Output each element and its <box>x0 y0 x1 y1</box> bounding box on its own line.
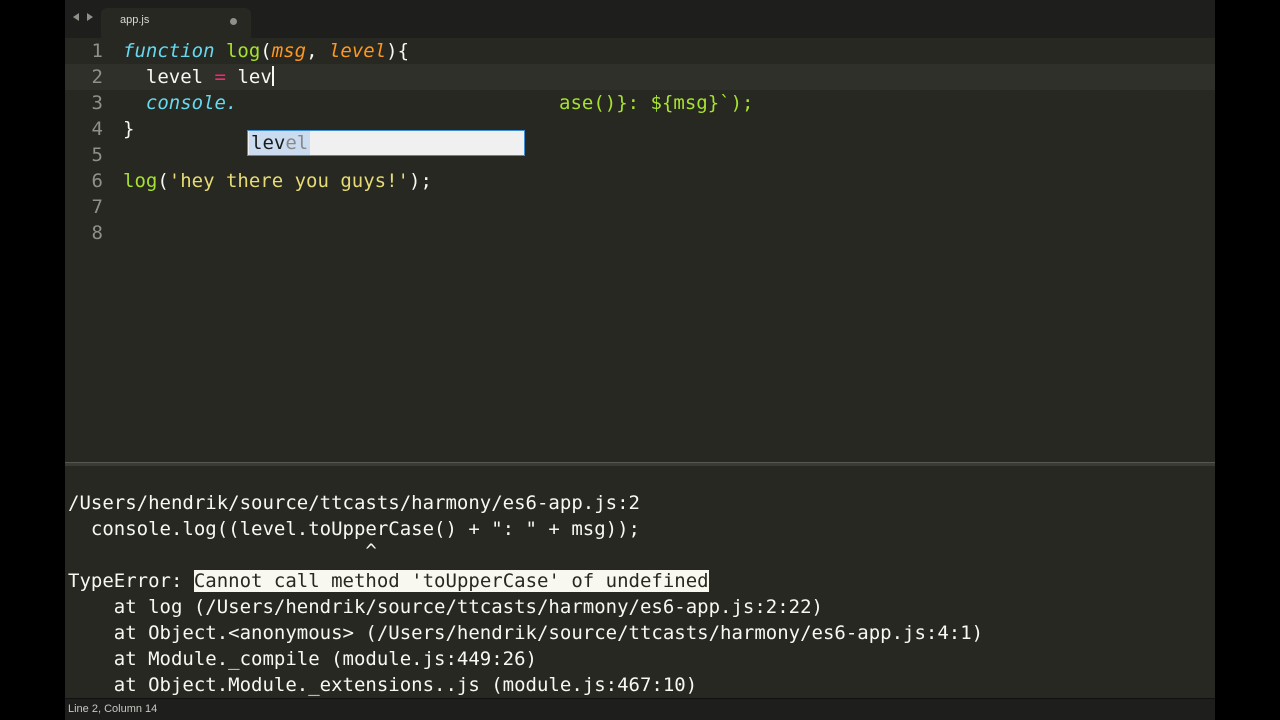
code-text: } <box>123 118 135 140</box>
code-object: console. <box>145 92 238 114</box>
code-line: 6 log('hey there you guys!'); <box>65 168 1215 194</box>
function-name: log <box>225 40 261 62</box>
code-line: 7 <box>65 194 1215 220</box>
code-call: ase()}: ${msg}`); <box>559 92 754 114</box>
code-line: 8 <box>65 220 1215 246</box>
line-number: 6 <box>91 170 103 192</box>
code-line: 4 } <box>65 116 1215 142</box>
line-number: 8 <box>91 222 103 244</box>
arrow-right-icon[interactable] <box>87 13 93 21</box>
typed-text: lev <box>237 66 272 88</box>
error-line: TypeError: Cannot call method 'toUpperCa… <box>68 568 709 594</box>
code-punctuation: ( <box>157 170 169 192</box>
line-number: 5 <box>91 144 103 166</box>
cursor-position: Line 2, Column 14 <box>68 703 158 715</box>
param-level: level <box>328 40 387 62</box>
string-literal: 'hey there you guys!' <box>168 170 409 192</box>
error-message: Cannot call method 'toUpperCase' of unde… <box>193 570 709 592</box>
stack-line: at log (/Users/hendrik/source/ttcasts/ha… <box>68 596 823 618</box>
code-operator: = <box>214 66 226 88</box>
line-number: 2 <box>91 66 103 88</box>
tab-label: app.js <box>120 14 150 26</box>
autocomplete-popup[interactable]: level <box>247 130 525 156</box>
line-number: 3 <box>91 92 103 114</box>
arrow-left-icon[interactable] <box>73 13 79 21</box>
code-text-tail: ase()}: ${msg}`); <box>559 90 753 116</box>
code-line: 1 function log(msg, level){ <box>65 38 1215 64</box>
code-text: level = lev <box>123 64 274 90</box>
param-separator: , <box>306 40 329 62</box>
code-line-current: 2 level = lev <box>65 64 1215 90</box>
code-line: 3 console. ase()}: ${msg}`); <box>65 90 1215 116</box>
autocomplete-rest: el <box>285 132 309 154</box>
tab-app-js[interactable]: app.js <box>101 8 251 38</box>
stack-line: at Object.Module._extensions..js (module… <box>68 674 698 696</box>
error-label: TypeError: <box>68 570 194 592</box>
tab-navigation <box>71 13 101 25</box>
stack-line: at Module._compile (module.js:449:26) <box>68 648 537 670</box>
editor-window: app.js 1 function log(msg, level){ 2 lev… <box>65 0 1215 720</box>
code-editor[interactable]: 1 function log(msg, level){ 2 level = le… <box>65 38 1215 462</box>
code-identifier: level <box>145 66 204 88</box>
param-msg: msg <box>271 40 307 62</box>
stack-line: at Object.<anonymous> (/Users/hendrik/so… <box>68 622 984 644</box>
autocomplete-match: lev <box>251 132 286 154</box>
function-call: log <box>123 170 158 192</box>
autocomplete-item[interactable]: level <box>249 131 311 155</box>
console-line: ^ <box>68 540 377 562</box>
output-panel[interactable]: /Users/hendrik/source/ttcasts/harmony/es… <box>65 466 1215 698</box>
code-punctuation: ){ <box>386 40 410 62</box>
code-text: log('hey there you guys!'); <box>123 168 432 194</box>
line-number: 1 <box>91 40 103 62</box>
line-number: 7 <box>91 196 103 218</box>
code-line: 5 <box>65 142 1215 168</box>
code-punctuation: ); <box>409 170 432 192</box>
tab-bar: app.js <box>65 0 1215 38</box>
line-number: 4 <box>91 118 103 140</box>
code-text: function log(msg, level){ <box>123 40 410 62</box>
console-line: /Users/hendrik/source/ttcasts/harmony/es… <box>68 492 640 514</box>
unsaved-dot-icon[interactable] <box>230 18 237 25</box>
keyword-function: function <box>123 40 215 62</box>
status-bar: Line 2, Column 14 <box>65 698 1215 720</box>
code-text: console. <box>123 90 238 116</box>
text-cursor <box>271 66 274 86</box>
